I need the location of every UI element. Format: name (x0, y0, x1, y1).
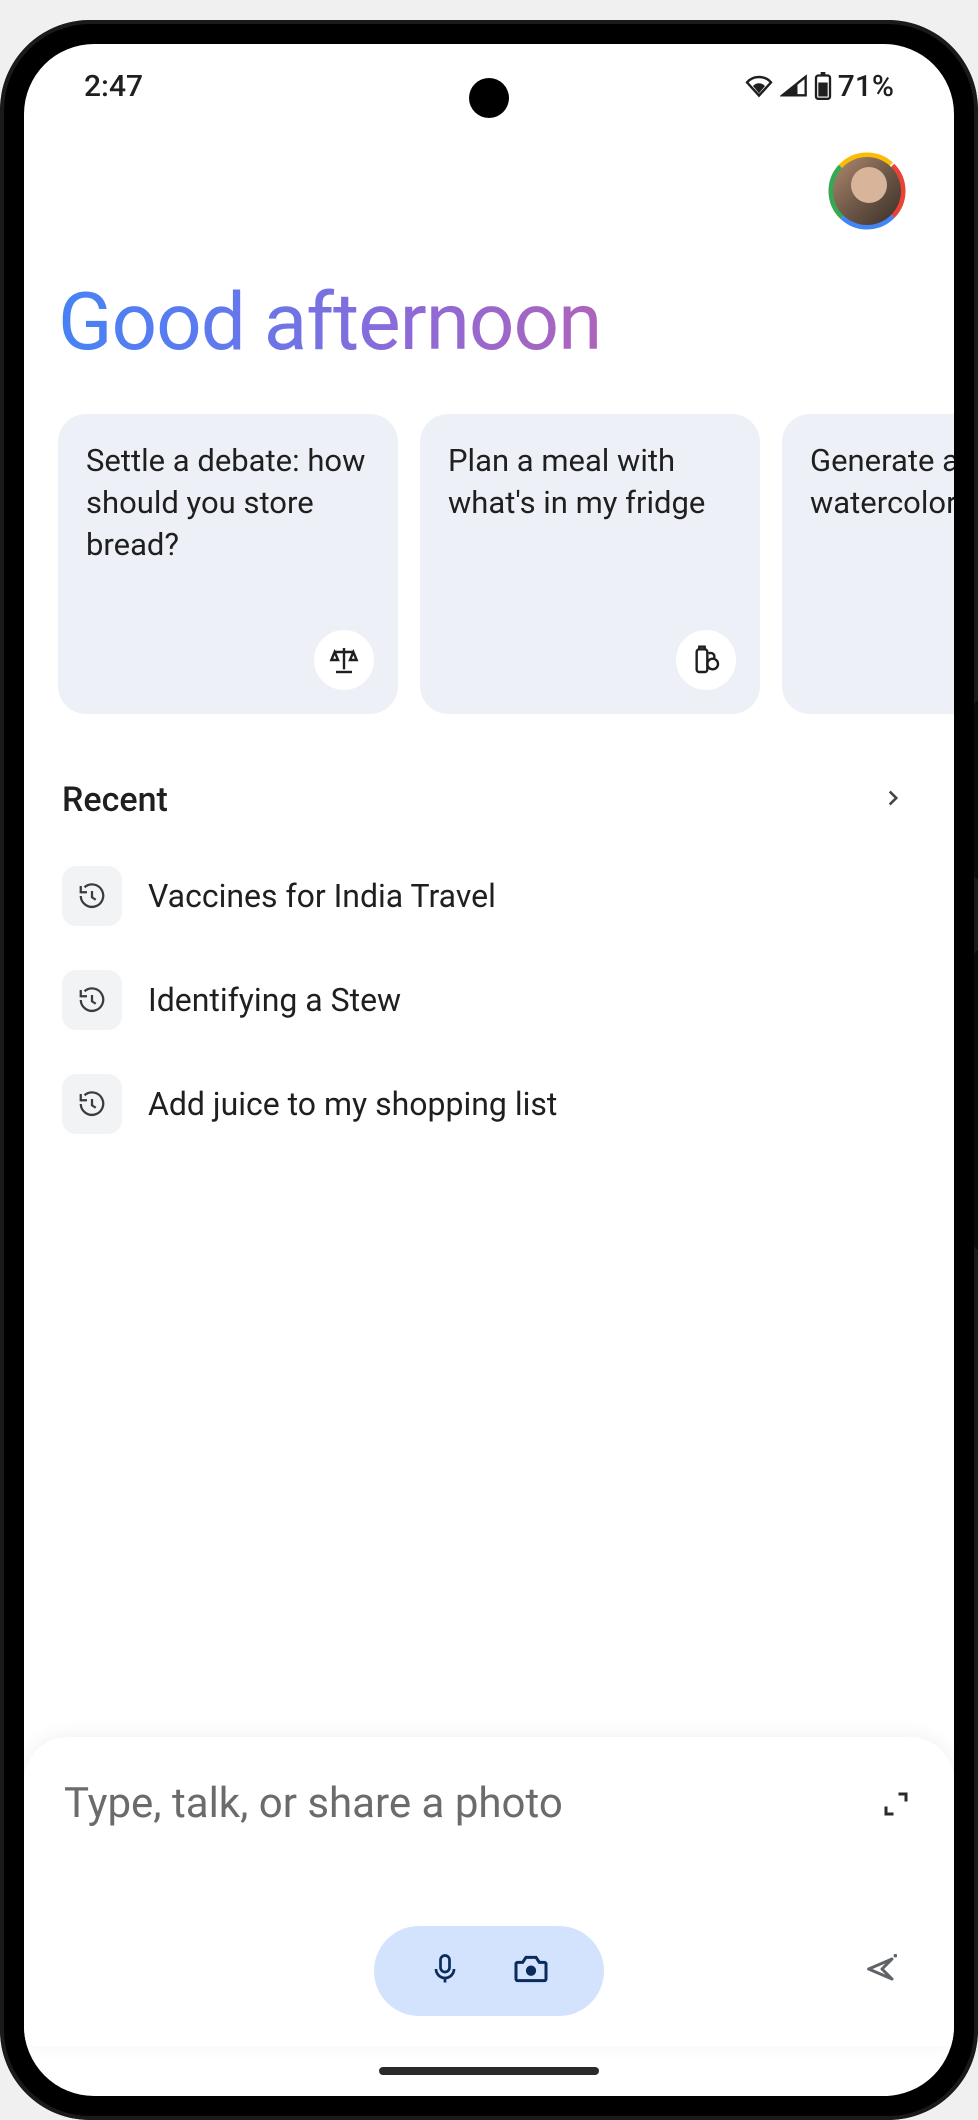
suggestion-card[interactable]: Generate a watercolor (782, 414, 954, 714)
front-camera (469, 78, 509, 118)
suggestion-cards[interactable]: Settle a debate: how should you store br… (24, 394, 954, 734)
wifi-icon (744, 74, 774, 98)
scales-icon (314, 630, 374, 690)
microphone-icon (427, 1951, 463, 1987)
camera-icon (511, 1949, 551, 1989)
phone-side-button (974, 700, 978, 880)
header-row (24, 128, 954, 240)
suggestion-text: Plan a meal with what's in my fridge (448, 442, 705, 521)
recent-section-header[interactable]: Recent (24, 734, 954, 834)
phone-frame: 2:47 71% (0, 20, 978, 2120)
suggestion-card[interactable]: Settle a debate: how should you store br… (58, 414, 398, 714)
recent-item[interactable]: Vaccines for India Travel (52, 844, 926, 948)
history-icon (62, 1074, 122, 1134)
avatar-image (833, 157, 901, 225)
history-icon (62, 970, 122, 1030)
battery-percent: 71% (838, 69, 894, 104)
recent-label: Identifying a Stew (148, 981, 401, 1019)
recent-item[interactable]: Identifying a Stew (52, 948, 926, 1052)
screen: 2:47 71% (24, 44, 954, 2096)
voice-camera-pill (374, 1926, 604, 2016)
input-surface: Type, talk, or share a photo (24, 1737, 954, 2046)
system-nav-bar[interactable] (24, 2046, 954, 2096)
history-icon (62, 866, 122, 926)
suggestion-text: Generate a watercolor (810, 442, 954, 521)
recent-label: Vaccines for India Travel (148, 877, 496, 915)
nav-pill (379, 2067, 599, 2075)
account-avatar[interactable] (828, 152, 906, 230)
status-time: 2:47 (84, 69, 143, 104)
recent-label: Add juice to my shopping list (148, 1085, 557, 1123)
recent-list: Vaccines for India Travel Identifying a … (24, 834, 954, 1166)
recent-title: Recent (62, 780, 168, 820)
suggestion-card[interactable]: Plan a meal with what's in my fridge (420, 414, 760, 714)
prompt-input[interactable]: Type, talk, or share a photo (60, 1771, 854, 1836)
suggestion-text: Settle a debate: how should you store br… (86, 442, 365, 563)
expand-button[interactable] (874, 1782, 918, 1826)
battery-icon (814, 72, 832, 100)
phone-side-button (974, 950, 978, 1250)
signal-icon (780, 74, 808, 98)
send-button[interactable] (862, 1949, 902, 1993)
input-row: Type, talk, or share a photo (60, 1771, 918, 1836)
bottle-icon (676, 630, 736, 690)
greeting-title: Good afternoon (24, 240, 954, 394)
status-right: 71% (744, 69, 894, 104)
send-icon (862, 1949, 902, 1989)
camera-button[interactable] (511, 1949, 551, 1993)
input-actions (60, 1926, 918, 2016)
microphone-button[interactable] (427, 1951, 463, 1991)
recent-item[interactable]: Add juice to my shopping list (52, 1052, 926, 1156)
chevron-right-icon (880, 785, 906, 815)
expand-icon (881, 1789, 911, 1819)
